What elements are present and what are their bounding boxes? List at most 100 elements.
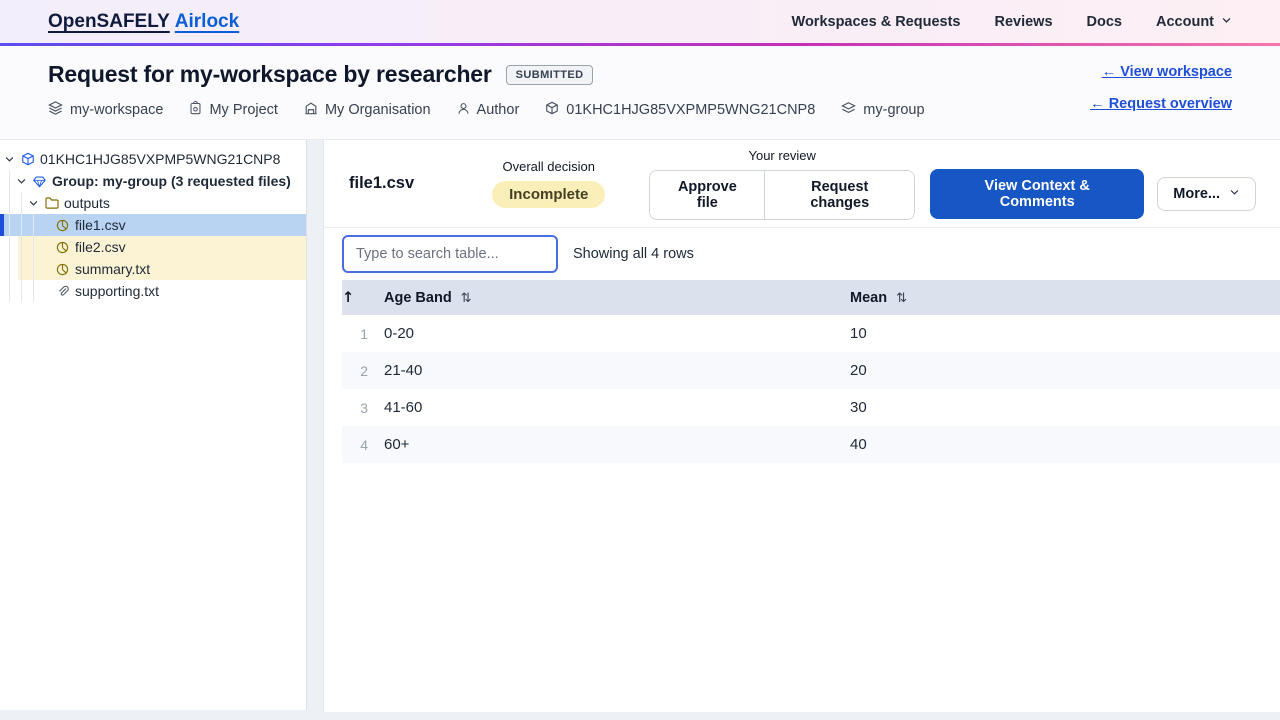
nav-account-menu[interactable]: Account	[1156, 14, 1232, 30]
csv-preview-table: ↑ Age Band ⇅ Mean ⇅ 1 0-20 10 2 21-40 20…	[342, 280, 1280, 463]
chart-file-icon	[55, 263, 70, 276]
tree-indent-guide	[21, 192, 22, 302]
project-icon	[189, 100, 202, 119]
meta-request-id: 01KHC1HJG85VXPMP5WNG21CNP8	[545, 101, 815, 119]
row-index: 1	[360, 325, 368, 342]
overall-decision-block: Overall decision Incomplete	[492, 159, 606, 208]
cell-age-band: 60+	[384, 436, 410, 453]
rows-summary: Showing all 4 rows	[573, 246, 694, 262]
meta-author: Author	[457, 102, 519, 119]
your-review-block: Your review Approve file Request changes	[649, 147, 916, 220]
table-row: 1 0-20 10	[342, 315, 1280, 352]
decision-badge: Incomplete	[492, 181, 606, 208]
nav-docs[interactable]: Docs	[1087, 14, 1122, 30]
cell-age-band: 41-60	[384, 399, 423, 416]
folder-icon	[44, 197, 59, 209]
approve-file-button[interactable]: Approve file	[650, 170, 766, 219]
cell-age-band: 21-40	[384, 362, 423, 379]
cell-mean: 10	[850, 325, 867, 342]
cell-mean: 20	[850, 362, 867, 379]
tree-item-file2[interactable]: file2.csv	[18, 236, 306, 258]
package-icon	[20, 152, 35, 166]
request-overview-link[interactable]: ← Request overview	[1090, 96, 1232, 112]
tree-item-label: summary.txt	[75, 261, 151, 277]
sort-asc-icon: ↑	[342, 289, 355, 306]
brand-airlock: Airlock	[174, 10, 240, 32]
overall-decision-label: Overall decision	[502, 159, 595, 174]
row-index-header[interactable]: ↑	[342, 280, 384, 315]
row-index: 2	[360, 362, 368, 379]
request-header-left: Request for my-workspace by researcher S…	[48, 61, 925, 139]
tree-indent-guide	[33, 214, 34, 302]
tree-item-group[interactable]: Group: my-group (3 requested files)	[0, 170, 306, 192]
table-row: 4 60+ 40	[342, 426, 1280, 463]
cell-mean: 40	[850, 436, 867, 453]
top-navbar: OpenSAFELY Airlock Workspaces & Requests …	[0, 0, 1280, 43]
column-header-age-band[interactable]: Age Band ⇅	[384, 280, 850, 315]
chevron-down-icon[interactable]	[28, 198, 40, 209]
tree-item-label: supporting.txt	[75, 283, 160, 299]
meta-organisation: My Organisation	[304, 101, 431, 119]
row-index: 4	[360, 436, 368, 453]
tree-item-label: file1.csv	[75, 217, 126, 233]
nav-links: Workspaces & Requests Reviews Docs Accou…	[792, 14, 1232, 30]
file-name: file1.csv	[349, 174, 415, 192]
nav-account-label: Account	[1156, 13, 1214, 30]
table-row: 3 41-60 30	[342, 389, 1280, 426]
gem-icon	[32, 175, 47, 188]
title-row: Request for my-workspace by researcher S…	[48, 61, 925, 88]
brand-opensafely: OpenSAFELY	[48, 10, 170, 32]
tree-item-supporting[interactable]: supporting.txt	[0, 280, 306, 302]
sort-icon: ⇅	[460, 290, 472, 306]
tree-item-label: file2.csv	[75, 239, 126, 255]
chevron-down-icon	[1229, 186, 1240, 202]
table-row: 2 21-40 20	[342, 352, 1280, 389]
content-area: 01KHC1HJG85VXPMP5WNG21CNP8 Group: my-gro…	[0, 140, 1280, 720]
group-icon	[841, 101, 857, 119]
meta-group: my-group	[841, 101, 925, 119]
meta-project: My Project	[189, 100, 278, 119]
view-workspace-link[interactable]: ← View workspace	[1102, 64, 1232, 80]
organisation-icon	[304, 101, 318, 119]
row-index: 3	[360, 399, 368, 416]
more-button[interactable]: More...	[1157, 176, 1256, 211]
nav-reviews[interactable]: Reviews	[994, 14, 1052, 30]
tree-item-summary[interactable]: summary.txt	[18, 258, 306, 280]
request-id-icon	[545, 101, 559, 119]
view-context-comments-button[interactable]: View Context & Comments	[930, 168, 1145, 219]
status-badge: SUBMITTED	[505, 64, 594, 85]
your-review-label: Your review	[748, 147, 816, 163]
tree-item-file1[interactable]: file1.csv	[0, 214, 306, 236]
nav-workspaces-requests[interactable]: Workspaces & Requests	[792, 14, 961, 30]
chart-file-icon	[55, 241, 70, 254]
cell-age-band: 0-20	[384, 325, 415, 342]
tree-item-label: outputs	[64, 195, 110, 211]
file-tree-sidebar: 01KHC1HJG85VXPMP5WNG21CNP8 Group: my-gro…	[0, 140, 307, 710]
paperclip-icon	[55, 285, 70, 298]
request-header-links: ← View workspace ← Request overview	[1090, 61, 1232, 139]
tree-item-label: 01KHC1HJG85VXPMP5WNG21CNP8	[40, 151, 281, 167]
column-header-mean[interactable]: Mean ⇅	[850, 280, 1280, 315]
cell-mean: 30	[850, 399, 867, 416]
file-review-panel: file1.csv Overall decision Incomplete Yo…	[323, 140, 1280, 712]
request-header: Request for my-workspace by researcher S…	[0, 46, 1280, 140]
chevron-down-icon	[1221, 14, 1232, 30]
file-panel-header: file1.csv Overall decision Incomplete Yo…	[324, 140, 1280, 228]
tree-item-request-root[interactable]: 01KHC1HJG85VXPMP5WNG21CNP8	[0, 148, 306, 170]
chart-file-icon	[55, 219, 70, 232]
request-meta-row: my-workspace My Project My Organisation …	[48, 100, 925, 119]
table-header-row: ↑ Age Band ⇅ Mean ⇅	[342, 280, 1280, 315]
chevron-down-icon[interactable]	[4, 154, 16, 165]
tree-indent-guide	[9, 170, 10, 302]
review-button-group: Approve file Request changes	[649, 169, 916, 220]
tree-item-outputs-folder[interactable]: outputs	[0, 192, 306, 214]
request-changes-button[interactable]: Request changes	[765, 170, 915, 219]
author-icon	[457, 102, 470, 119]
brand-logo[interactable]: OpenSAFELY Airlock	[48, 11, 239, 33]
page-title: Request for my-workspace by researcher	[48, 61, 492, 87]
table-search-input[interactable]	[342, 235, 558, 273]
layers-icon	[48, 101, 63, 119]
meta-workspace: my-workspace	[48, 101, 163, 119]
tree-item-label: Group: my-group (3 requested files)	[52, 173, 291, 189]
chevron-down-icon[interactable]	[16, 176, 28, 187]
